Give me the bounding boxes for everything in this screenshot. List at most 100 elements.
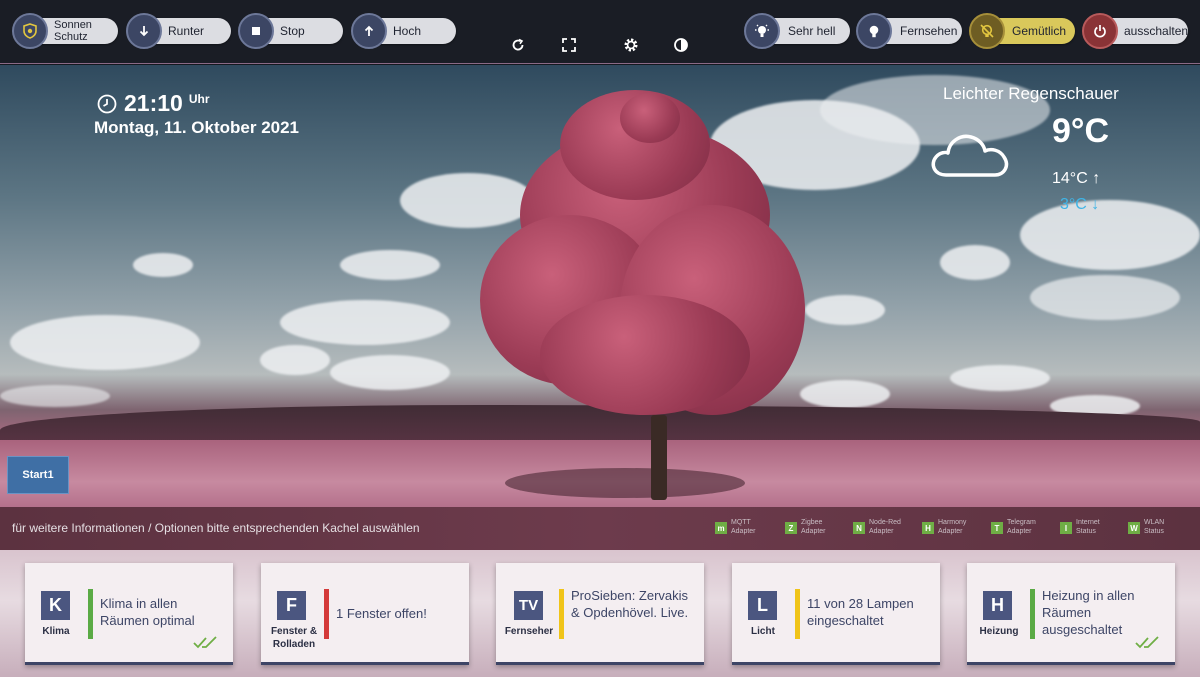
weather-high: 14°C ↑ — [1052, 170, 1101, 187]
cloud-icon[interactable] — [928, 120, 1014, 180]
tile-text: Klima in allen Räumen optimal — [100, 596, 195, 628]
adapter-label: Node-Red — [869, 519, 901, 526]
status-internet[interactable]: I Internet Status — [1060, 518, 1100, 536]
status-bar — [795, 589, 800, 639]
cozy-bulb-icon — [969, 13, 1005, 49]
status-node-red[interactable]: N Node-Red Adapter — [853, 518, 901, 536]
status-bar — [88, 589, 93, 639]
double-check-icon — [193, 636, 217, 649]
cloud-shape — [10, 315, 200, 370]
cloud-shape — [805, 295, 885, 325]
cozy-label: Gemütlich — [1012, 24, 1067, 38]
status-zigbee[interactable]: Z Zigbee Adapter — [785, 518, 826, 536]
start1-button[interactable]: Start1 — [7, 456, 69, 494]
stop-icon — [238, 13, 274, 49]
cloud-shape — [330, 355, 450, 390]
tile-lights[interactable]: L Licht 11 von 28 Lampen eingeschaltet — [732, 563, 940, 665]
info-strip: für weitere Informationen / Optionen bit… — [0, 507, 1200, 550]
adapter-label: Harmony — [938, 519, 967, 526]
up-label: Hoch — [393, 24, 422, 38]
tile-row: K Klima Klima in allen Räumen optimal F … — [0, 550, 1200, 677]
very-bright-label: Sehr hell — [788, 24, 836, 38]
adapter-label: Status — [1076, 528, 1096, 535]
tile-tv[interactable]: TV Fernseher ProSieben: Zervakis & Opden… — [496, 563, 704, 665]
tile-badge: TV — [514, 591, 543, 620]
tv-light-label: Fernsehen — [900, 24, 958, 38]
fullscreen-icon[interactable] — [560, 36, 578, 54]
down-label: Runter — [168, 24, 205, 38]
tile-badge: K — [41, 591, 70, 620]
cloud-shape — [280, 300, 450, 345]
tile-text: 1 Fenster offen! — [336, 606, 427, 621]
sun-protection-label-2: Schutz — [54, 31, 88, 43]
wlan-status-icon: W — [1128, 522, 1140, 534]
adapter-label: Telegram — [1007, 519, 1036, 526]
info-message: für weitere Informationen / Optionen bit… — [12, 521, 420, 535]
bulb-icon — [856, 13, 892, 49]
adapter-label: Adapter — [938, 528, 963, 535]
very-bright-button[interactable]: Sehr hell — [744, 13, 850, 49]
harmony-status-icon: H — [922, 522, 934, 534]
refresh-icon[interactable] — [509, 36, 527, 54]
tile-text: Heizung in allen Räumen ausgeschaltet — [1042, 588, 1135, 637]
cloud-shape — [950, 365, 1050, 391]
clock-date: Montag, 11. Oktober 2021 — [94, 118, 300, 137]
power-icon — [1082, 13, 1118, 49]
tile-text: ProSieben: Zervakis & Opdenhövel. Live. — [571, 588, 689, 620]
cloud-shape — [400, 173, 535, 228]
weather-low: 3°C ↓ — [1060, 196, 1100, 213]
sun-protection-button[interactable]: Sonnen Schutz — [12, 13, 118, 49]
adapter-label: Adapter — [801, 528, 826, 535]
up-button[interactable]: Hoch — [351, 13, 456, 49]
adapter-label: MQTT — [731, 519, 751, 526]
status-bar — [324, 589, 329, 639]
adapter-label: WLAN — [1144, 519, 1165, 526]
double-check-icon — [1135, 636, 1159, 649]
status-harmony[interactable]: H Harmony Adapter — [922, 518, 966, 536]
tile-windows[interactable]: F Fenster & Rolladen 1 Fenster offen! — [261, 563, 469, 665]
clock-time: 21:10 — [124, 90, 183, 116]
stop-button[interactable]: Stop — [238, 13, 343, 49]
cloud-shape — [340, 250, 440, 280]
node-red-status-icon: N — [853, 522, 865, 534]
sun-protection-label-1: Sonnen — [54, 19, 92, 31]
cloud-shape — [0, 385, 110, 407]
switch-off-label: ausschalten — [1124, 24, 1189, 38]
clock-unit: Uhr — [188, 91, 210, 106]
arrow-down-icon — [126, 13, 162, 49]
tile-name: Klima — [42, 626, 70, 637]
down-button[interactable]: Runter — [126, 13, 231, 49]
status-wlan[interactable]: W WLAN Status — [1128, 518, 1164, 536]
adapter-label: Adapter — [1007, 528, 1032, 535]
gear-icon[interactable] — [622, 36, 640, 54]
cozy-button[interactable]: Gemütlich — [969, 13, 1075, 49]
bright-bulb-icon — [744, 13, 780, 49]
cloud-shape — [133, 253, 193, 277]
tree-trunk — [651, 415, 667, 500]
dashboard: Sonnen Schutz Runter Stop Hoch Sehr hell… — [0, 0, 1200, 677]
tile-heating[interactable]: H Heizung Heizung in allen Räumen ausges… — [967, 563, 1175, 665]
stop-label: Stop — [280, 24, 305, 38]
tree-crown — [540, 295, 750, 415]
tile-badge: F — [277, 591, 306, 620]
contrast-icon[interactable] — [672, 36, 690, 54]
tile-name: Heizung — [979, 626, 1019, 637]
adapter-label: Status — [1144, 528, 1164, 535]
tv-light-button[interactable]: Fernsehen — [856, 13, 962, 49]
tile-name: Licht — [751, 626, 775, 637]
cloud-shape — [800, 380, 890, 408]
status-mqtt[interactable]: m MQTT Adapter — [715, 518, 756, 536]
adapter-label: Adapter — [731, 528, 756, 535]
switch-off-button[interactable]: ausschalten — [1082, 13, 1189, 49]
cloud-shape — [260, 345, 330, 375]
arrow-up-icon — [351, 13, 387, 49]
internet-status-icon: I — [1060, 522, 1072, 534]
telegram-status-icon: T — [991, 522, 1003, 534]
weather-temperature: 9°C — [1052, 112, 1110, 150]
tile-text: 11 von 28 Lampen eingeschaltet — [807, 596, 914, 628]
status-telegram[interactable]: T Telegram Adapter — [991, 518, 1036, 536]
cloud-shape — [1030, 275, 1180, 320]
shield-icon — [12, 13, 48, 49]
tile-climate[interactable]: K Klima Klima in allen Räumen optimal — [25, 563, 233, 665]
tile-badge: H — [983, 591, 1012, 620]
